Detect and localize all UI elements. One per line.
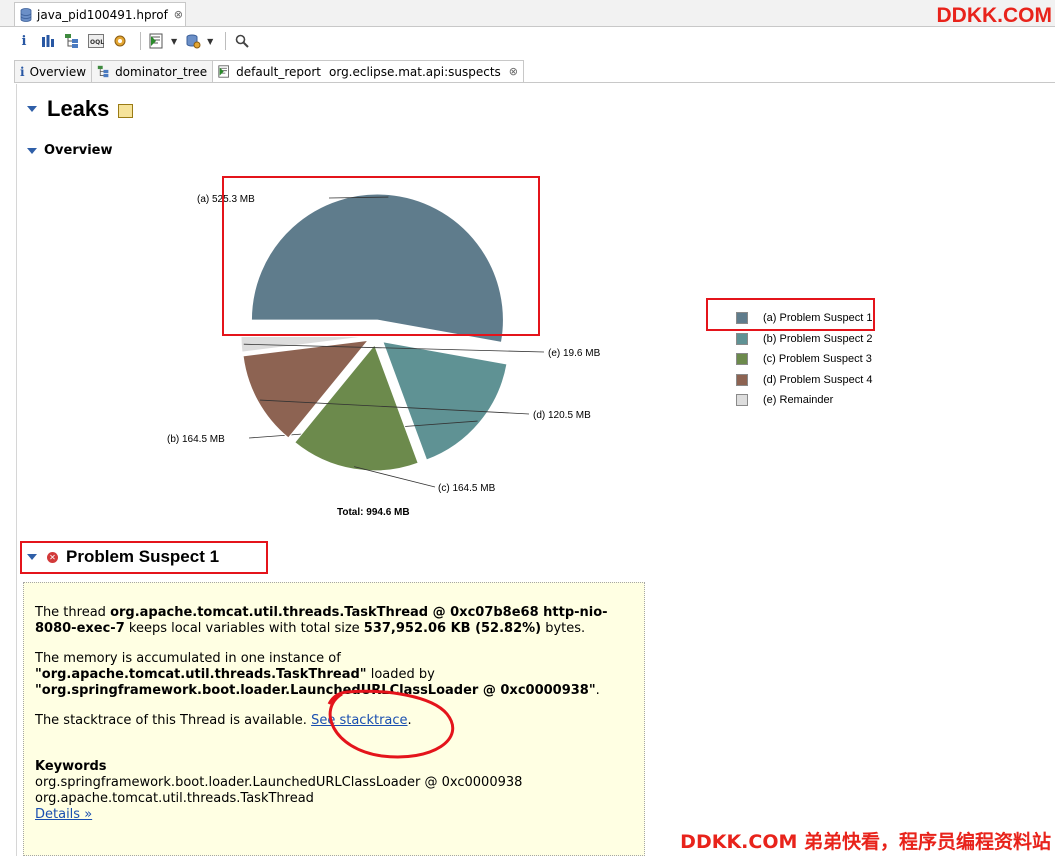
legend-label: (d) Problem Suspect 4 — [763, 373, 873, 386]
retained-size: 537,952.06 KB (52.82%) — [363, 621, 542, 636]
details-link[interactable]: Details » — [35, 807, 92, 822]
histogram-icon[interactable] — [38, 31, 58, 51]
suspect-paragraph-1: The thread org.apache.tomcat.util.thread… — [35, 605, 634, 637]
report-icon — [218, 65, 230, 78]
annotation-box — [20, 541, 268, 574]
legend-item-2: (b) Problem Suspect 2 — [720, 329, 872, 350]
text: bytes. — [541, 621, 586, 636]
text: . — [595, 683, 600, 698]
tab-default-report-label: default_report — [236, 64, 321, 79]
oql-icon[interactable]: OQL — [86, 31, 106, 51]
tab-overview-label: Overview — [29, 64, 87, 79]
legend-label: (c) Problem Suspect 3 — [763, 353, 872, 366]
info-icon[interactable]: i — [14, 31, 34, 51]
text: The stacktrace of this Thread is availab… — [35, 713, 312, 728]
legend-label: (b) Problem Suspect 2 — [763, 332, 873, 345]
search-icon[interactable] — [232, 31, 252, 51]
class-name: "org.apache.tomcat.util.threads.TaskThre… — [35, 667, 367, 682]
editor-tab-bar: java_pid100491.hprof ⊗ DDKK.COM — [0, 0, 1055, 27]
keyword-item: org.springframework.boot.loader.Launched… — [35, 775, 523, 790]
legend-item-3: (c) Problem Suspect 3 — [720, 349, 872, 370]
legend-swatch — [736, 373, 748, 386]
view-tab-bar: i Overview dominator_tree default_report… — [14, 60, 1055, 83]
tab-dominator-tree-label: dominator_tree — [115, 64, 208, 79]
text: The memory is accumulated in one instanc… — [35, 651, 341, 666]
tab-default-report-sub: org.eclipse.mat.api:suspects — [329, 64, 501, 79]
legend-swatch — [736, 353, 748, 366]
pie-label-3: (c) 164.5 MB — [438, 483, 496, 494]
settings-icon[interactable] — [110, 31, 130, 51]
legend-swatch — [736, 394, 748, 407]
legend-item-5: (e) Remainder — [720, 390, 872, 411]
legend-swatch — [736, 332, 748, 345]
toolbar: i OQL ▼ ▼ — [14, 27, 1055, 55]
tab-overview[interactable]: i Overview — [14, 60, 93, 82]
svg-text:OQL: OQL — [90, 39, 104, 46]
editor-tab-label: java_pid100491.hprof — [37, 7, 168, 22]
watermark-top: DDKK.COM — [936, 4, 1053, 27]
annotation-circle — [327, 689, 455, 759]
dominator-tree-icon — [97, 65, 109, 78]
heap-dump-icon — [20, 7, 32, 22]
chevron-down-icon[interactable]: ▼ — [171, 37, 177, 46]
query-browser-icon[interactable] — [183, 31, 203, 51]
tab-default-report[interactable]: default_report org.eclipse.mat.api:suspe… — [212, 60, 525, 82]
keyword-item: org.apache.tomcat.util.threads.TaskThrea… — [35, 791, 314, 806]
dominator-tree-icon[interactable] — [62, 31, 82, 51]
watermark-bottom: DDKK.COM 弟弟快看，程序员编程资料站 — [680, 831, 1051, 853]
pie-label-2: (b) 164.5 MB — [167, 434, 225, 445]
annotation-box — [222, 176, 540, 336]
text: The thread — [35, 605, 111, 620]
text: keeps local variables with total size — [124, 621, 364, 636]
chevron-down-icon[interactable]: ▼ — [207, 37, 213, 46]
close-icon[interactable]: ⊗ — [174, 8, 183, 21]
text: loaded by — [366, 667, 435, 682]
toolbar-separator — [140, 32, 141, 50]
annotation-box — [706, 298, 875, 331]
editor-tab-hprof[interactable]: java_pid100491.hprof ⊗ — [14, 2, 186, 26]
close-icon[interactable]: ⊗ — [509, 65, 518, 78]
pie-label-4: (d) 120.5 MB — [533, 410, 591, 421]
info-icon: i — [20, 64, 25, 79]
run-report-icon[interactable] — [147, 31, 167, 51]
legend-item-4: (d) Problem Suspect 4 — [720, 370, 872, 391]
legend-label: (e) Remainder — [763, 394, 834, 407]
toolbar-separator — [225, 32, 227, 50]
pie-label-5: (e) 19.6 MB — [548, 348, 601, 359]
report-content: Leaks Overview (a) 525.3 MB (b) 164.5 MB(… — [16, 84, 1055, 856]
tab-dominator-tree[interactable]: dominator_tree — [91, 60, 214, 82]
chart-total: Total: 994.6 MB — [337, 507, 410, 518]
